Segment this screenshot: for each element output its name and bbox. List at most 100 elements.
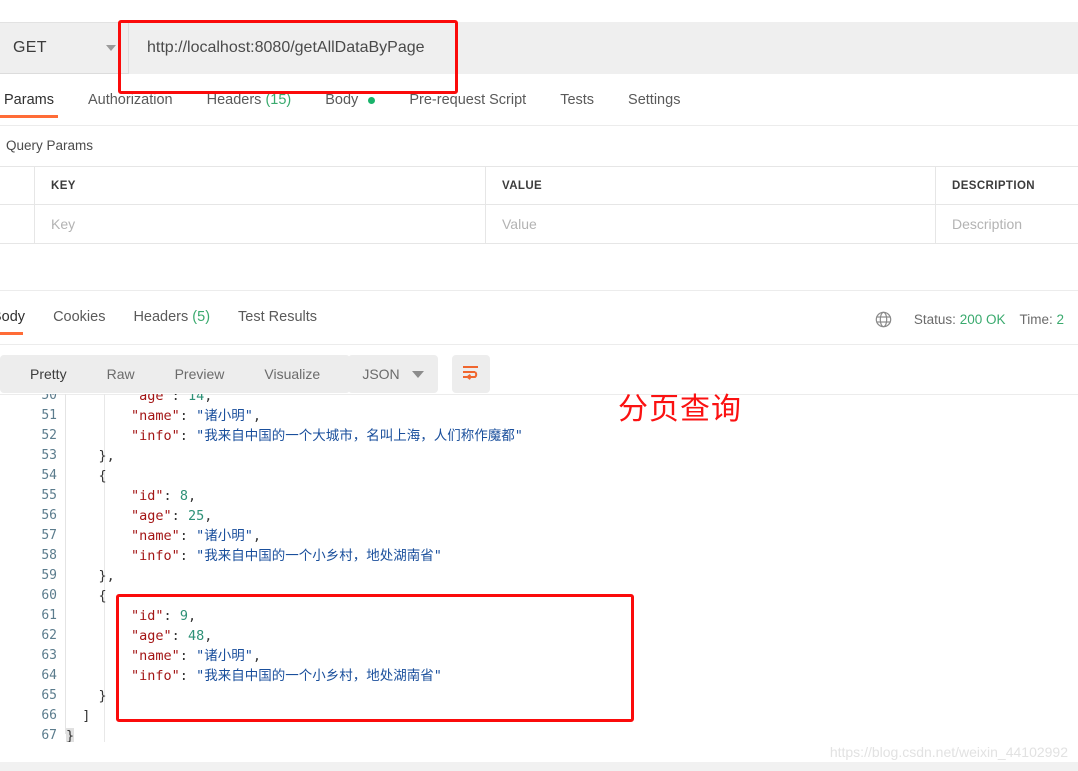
window-top-strip [0, 0, 1078, 22]
line-number-gutter: 50 51 52 53 54 55 56 57 58 59 60 61 62 63 64 65 66 67 [0, 394, 66, 742]
code-token: "name" [66, 648, 180, 664]
line-number: 51 [41, 408, 57, 423]
view-tab-preview[interactable]: Preview [155, 366, 245, 382]
code-line: }, [66, 446, 1078, 466]
http-method-selector[interactable]: GET [0, 22, 128, 74]
tab-body[interactable]: Body [325, 88, 376, 118]
status-badge: Status: 200 OK [914, 312, 1006, 327]
param-value-input[interactable]: Value [486, 205, 936, 243]
response-tab-headers-label: Headers [133, 309, 189, 325]
tab-params[interactable]: Params [0, 88, 58, 118]
annotation-note: 分页查询 [618, 392, 742, 427]
line-number: 55 [41, 488, 57, 503]
code-token: "诸小明" [196, 648, 253, 664]
code-line: "info": "我来自中国的一个大城市，名叫上海，人们称作魔都" [66, 426, 1078, 446]
tab-headers[interactable]: Headers (15) [207, 88, 292, 118]
line-number: 54 [41, 468, 57, 483]
code-line: "age": 25, [66, 506, 1078, 526]
response-body-code-viewer[interactable]: 50 51 52 53 54 55 56 57 58 59 60 61 62 63 64 65 66 67 "ag… [0, 394, 1078, 742]
code-line: }, [66, 566, 1078, 586]
code-token: "name" [66, 528, 180, 544]
window-bottom-strip [0, 762, 1078, 771]
code-line: } [66, 686, 1078, 706]
line-number: 53 [41, 448, 57, 463]
code-line: "age": 14, [66, 394, 1078, 406]
response-tab-body-label: Body [0, 309, 26, 325]
view-tab-visualize[interactable]: Visualize [244, 366, 340, 382]
column-header-value-label: VALUE [502, 179, 543, 192]
url-text: http://localhost:8080/getAllDataByPage [147, 39, 425, 56]
line-number: 52 [41, 428, 57, 443]
code-token: "我来自中国的一个小乡村，地处湖南省" [196, 548, 442, 564]
response-tab-headers-count: (5) [192, 309, 211, 325]
code-token: 48 [187, 628, 205, 644]
chevron-down-icon [411, 370, 424, 378]
response-view-toolbar: Pretty Raw Preview Visualize JSON [0, 355, 1078, 393]
tab-pre-request-script[interactable]: Pre-request Script [409, 88, 526, 118]
param-value-placeholder: Value [502, 216, 537, 232]
response-meta: Status: 200 OK Time: 2 [875, 305, 1078, 333]
url-input[interactable]: http://localhost:8080/getAllDataByPage [129, 22, 1078, 74]
code-content[interactable]: "age": 14, "name": "诸小明", "info": "我来自中国… [66, 394, 1078, 742]
param-description-input[interactable]: Description [936, 205, 1078, 243]
code-token: , [252, 528, 261, 544]
code-token: "我来自中国的一个小乡村，地处湖南省" [196, 668, 442, 684]
line-number: 63 [41, 648, 57, 663]
tab-tests-label: Tests [560, 92, 595, 108]
code-token: : [179, 548, 197, 564]
view-tab-pretty[interactable]: Pretty [10, 366, 87, 382]
word-wrap-toggle-button[interactable] [452, 355, 490, 393]
code-line: "age": 48, [66, 626, 1078, 646]
code-line: "id": 9, [66, 606, 1078, 626]
code-token: { [66, 468, 107, 484]
line-number: 64 [41, 668, 57, 683]
status-value: 200 OK [959, 311, 1006, 327]
tab-params-label: Params [4, 92, 54, 108]
column-header-key-label: KEY [51, 179, 76, 192]
response-view-segmented-control: Pretty Raw Preview Visualize [0, 355, 351, 393]
code-token: "age" [66, 508, 172, 524]
response-tab-cookies[interactable]: Cookies [53, 305, 105, 335]
response-tab-headers[interactable]: Headers (5) [133, 305, 210, 335]
table-row[interactable]: Key Value Description [0, 205, 1078, 243]
code-line: "name": "诸小明", [66, 646, 1078, 666]
watermark-text: https://blog.csdn.net/weixin_44102992 [829, 744, 1068, 760]
row-checkbox-cell[interactable] [0, 205, 35, 243]
response-tab-test-results[interactable]: Test Results [238, 305, 317, 335]
tab-authorization[interactable]: Authorization [88, 88, 173, 118]
line-number: 65 [41, 688, 57, 703]
column-header-description: DESCRIPTION [936, 167, 1078, 205]
code-line: { [66, 586, 1078, 606]
select-all-checkbox-cell[interactable] [0, 166, 35, 205]
globe-icon[interactable] [875, 311, 892, 328]
param-key-input[interactable]: Key [35, 205, 486, 243]
code-token: : [179, 428, 197, 444]
tab-tests[interactable]: Tests [560, 88, 594, 118]
tab-headers-label: Headers [206, 92, 262, 108]
code-line: } [66, 726, 1078, 742]
view-tab-raw[interactable]: Raw [87, 366, 155, 382]
code-line: { [66, 466, 1078, 486]
response-tab-body[interactable]: Body [0, 305, 25, 335]
code-token: , [252, 648, 261, 664]
code-token: } [66, 688, 107, 704]
code-token: } [66, 728, 75, 742]
code-line: "name": "诸小明", [66, 526, 1078, 546]
request-tabs-divider [0, 125, 1078, 126]
response-format-select[interactable]: JSON [348, 355, 438, 393]
column-header-value: VALUE [486, 166, 936, 205]
code-line: ] [66, 706, 1078, 726]
code-token: , [187, 608, 197, 624]
line-number: 59 [41, 568, 57, 583]
code-token: , [204, 394, 213, 404]
code-token: "age" [66, 394, 172, 404]
response-format-label: JSON [362, 366, 400, 382]
code-token: , [204, 508, 213, 524]
code-line: "id": 8, [66, 486, 1078, 506]
tab-authorization-label: Authorization [87, 92, 173, 108]
tab-settings[interactable]: Settings [628, 88, 680, 118]
code-line: "name": "诸小明", [66, 406, 1078, 426]
line-number: 66 [41, 708, 57, 723]
chevron-down-icon[interactable] [106, 45, 116, 51]
table-header-row: KEY VALUE DESCRIPTION [0, 166, 1078, 205]
